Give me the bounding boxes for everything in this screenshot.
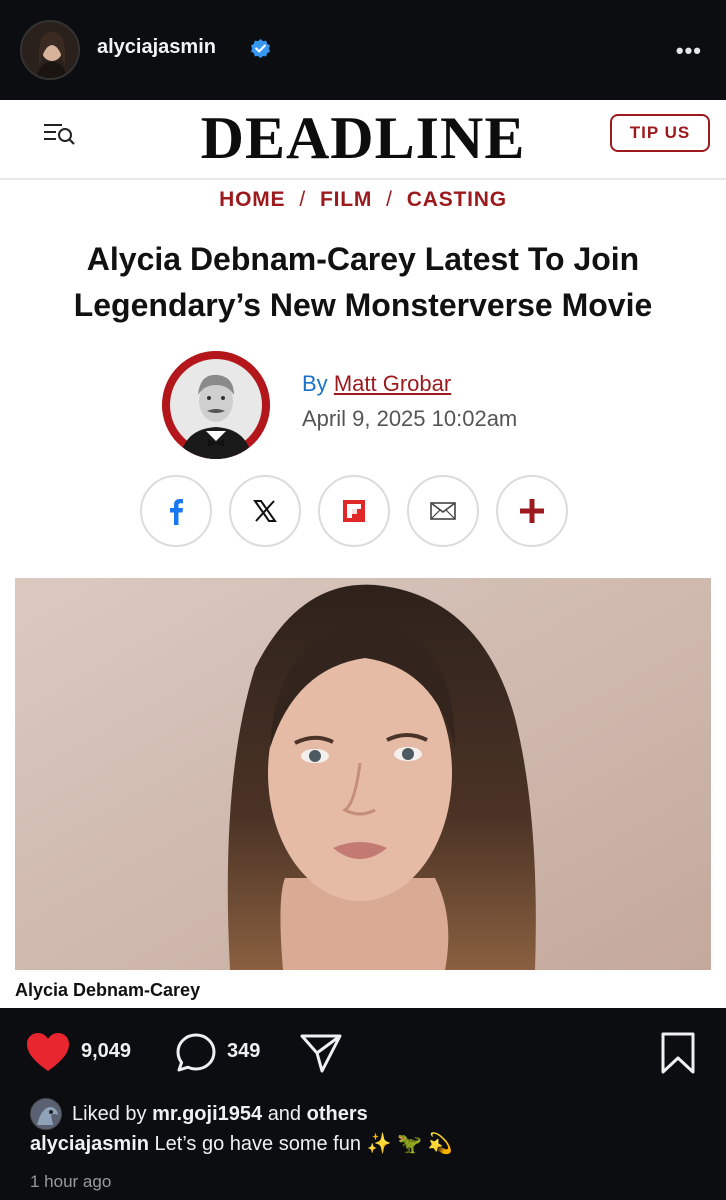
bookmark-icon[interactable] [660,1032,696,1074]
byline: By Matt Grobar [302,371,451,397]
more-options-icon[interactable]: ••• [676,38,702,64]
like-heart-icon[interactable] [26,1032,70,1072]
liked-by: Liked by mr.goji1954 and others [30,1098,368,1130]
facebook-share-button [140,475,212,547]
author-link: Matt Grobar [333,371,452,396]
post-image[interactable]: DEADLINE TIP US HOME / FILM / CASTING Alycia… [0,100,726,1008]
avatar[interactable] [20,20,80,80]
comments-count[interactable]: 349 [227,1040,260,1063]
liker-avatar[interactable] [30,1098,62,1130]
breadcrumb-casting: CASTING [406,188,507,211]
username[interactable]: alyciajasmin [97,36,216,59]
breadcrumb-film: FILM [319,188,373,211]
x-share-button [229,475,301,547]
post-caption: alyciajasmin Let’s go have some fun ✨ 🦖 … [30,1131,452,1156]
breadcrumb-separator: / [299,188,306,211]
breadcrumb: HOME / FILM / CASTING [0,188,726,212]
flipboard-share-button [318,475,390,547]
post-header: alyciajasmin ••• [0,0,726,100]
by-label: By [302,371,328,396]
post-timestamp: 1 hour ago [30,1172,112,1191]
share-send-icon[interactable] [300,1033,342,1073]
publish-date: April 9, 2025 10:02am [302,406,518,431]
email-share-button [407,475,479,547]
share-buttons [140,475,580,547]
tip-us-button: TIP US [610,114,710,152]
liked-by-prefix: Liked by [72,1102,147,1125]
breadcrumb-separator: / [386,188,393,211]
caption-text: Let’s go have some fun ✨ 🦖 💫 [154,1133,453,1155]
liked-by-user[interactable]: mr.goji1954 [152,1103,262,1126]
plus-icon [520,499,544,523]
author-avatar [162,351,270,459]
more-share-button [496,475,568,547]
caption-username[interactable]: alyciajasmin [30,1133,149,1155]
likes-count[interactable]: 9,049 [81,1040,131,1063]
verified-badge-icon [251,38,270,59]
article-photo [15,578,711,970]
email-icon [430,502,456,520]
x-icon [253,500,277,522]
deadline-header: DEADLINE TIP US [0,100,726,180]
facebook-icon [170,499,183,525]
photo-caption: Alycia Debnam-Carey [15,980,201,1000]
liked-by-and: and [267,1102,302,1125]
breadcrumb-home: HOME [219,188,286,211]
comment-icon[interactable] [175,1032,217,1074]
flipboard-icon [343,500,365,522]
post-actions: 9,049 349 Liked by mr.goji1954 and other… [0,1008,726,1200]
liked-by-others[interactable]: others [307,1103,368,1126]
article-headline: Alycia Debnam-Carey Latest To Join Legen… [73,241,653,323]
